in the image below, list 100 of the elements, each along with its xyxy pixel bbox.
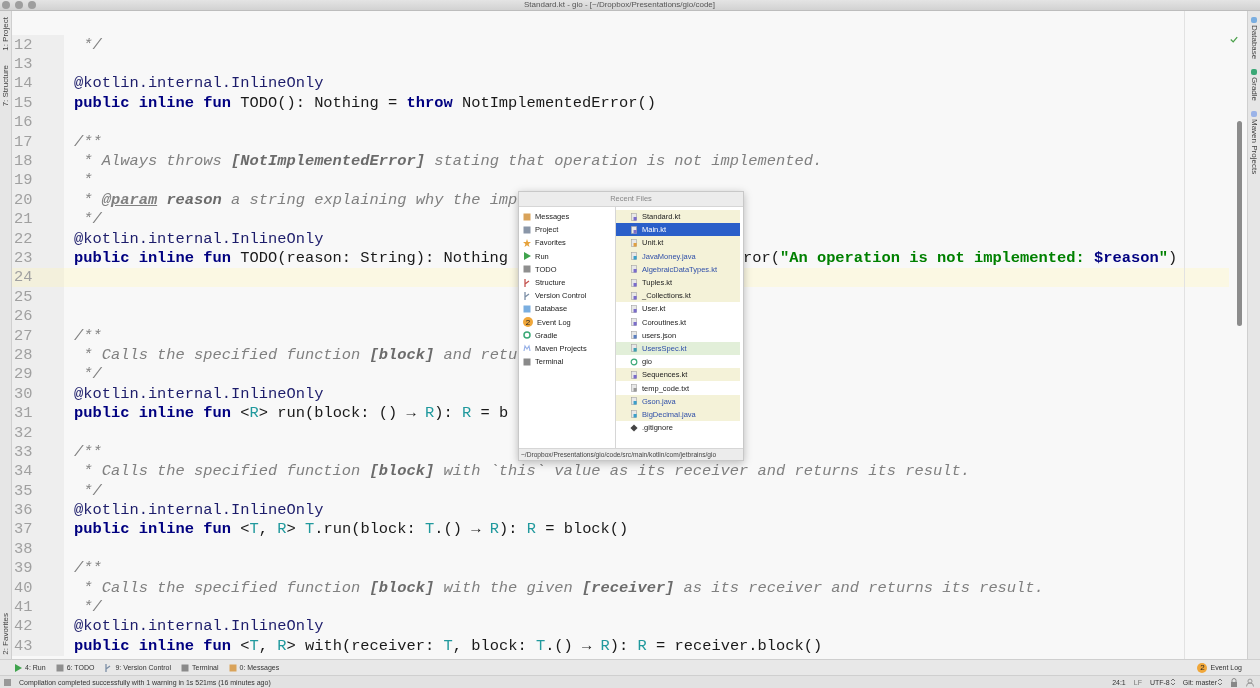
code-line: * Calls the specified function [block] with the given [receiver] as its receiver and returns its result. bbox=[82, 578, 1044, 597]
line-number: 22 bbox=[12, 228, 64, 249]
code-line: * bbox=[82, 171, 93, 190]
line-number: 37 bbox=[12, 519, 64, 540]
code-line: public inline fun <T, R> T.run(block: T.() → R): R = block() bbox=[74, 520, 629, 539]
line-number: 26 bbox=[12, 306, 64, 326]
line-number: 31 bbox=[12, 403, 64, 423]
code-line: public inline fun <T, R> with(receiver: T, block: T.() → R): R = receiver.block() bbox=[74, 636, 823, 655]
tool-window-tab[interactable]: 1: Project bbox=[1, 17, 10, 51]
tool-window-tab[interactable]: 2: Favorites bbox=[1, 613, 10, 655]
line-number: 28 bbox=[12, 345, 64, 365]
branch-icon bbox=[104, 663, 113, 672]
tool-window-tab[interactable]: Maven Projects bbox=[1249, 111, 1259, 175]
file-icon bbox=[630, 331, 638, 340]
square-icon bbox=[55, 663, 64, 672]
code-line: @kotlin.internal.InlineOnly bbox=[74, 501, 324, 520]
tool-window-tab[interactable]: Database bbox=[1249, 17, 1259, 60]
line-number: 27 bbox=[12, 325, 64, 346]
line-number: 42 bbox=[12, 616, 64, 637]
code-line: */ bbox=[82, 598, 102, 616]
square-icon bbox=[523, 212, 531, 221]
code-line: * Always throws [NotImplementedError] stating that operation is not implemented. bbox=[82, 152, 823, 171]
updown-arrow-icon bbox=[1218, 678, 1222, 686]
code-editor[interactable] bbox=[12, 11, 1229, 659]
line-number: 39 bbox=[12, 558, 64, 578]
line-number: 25 bbox=[12, 287, 64, 307]
file-icon bbox=[630, 278, 638, 287]
code-line: @kotlin.internal.InlineOnly bbox=[74, 74, 324, 93]
line-number: 35 bbox=[12, 481, 64, 501]
circle-icon bbox=[523, 331, 531, 340]
square-icon bbox=[181, 663, 190, 672]
square-icon bbox=[4, 678, 11, 686]
module-icon bbox=[630, 357, 638, 366]
code-line: ror("An operation is not implemented: $reason") bbox=[743, 249, 1178, 267]
code-line: */ bbox=[82, 481, 102, 500]
tool-window-tab[interactable]: Gradle bbox=[1249, 69, 1259, 102]
lock-icon[interactable] bbox=[1230, 677, 1238, 687]
line-number: 29 bbox=[12, 364, 64, 385]
square-icon bbox=[523, 225, 531, 234]
code-line: */ bbox=[82, 35, 102, 54]
line-number: 41 bbox=[12, 597, 64, 617]
diamond-icon bbox=[630, 423, 638, 432]
window-title: Standard.kt - gio - [~/Dropbox/Presentations/gio/code] bbox=[524, 0, 715, 10]
file-icon bbox=[630, 318, 638, 327]
file-icon bbox=[630, 291, 638, 300]
tool-window-tab[interactable]: 7: Structure bbox=[1, 64, 10, 107]
file-icon bbox=[630, 397, 638, 406]
file-icon bbox=[630, 384, 638, 393]
line-number: 17 bbox=[12, 131, 64, 152]
line-number: 20 bbox=[12, 190, 64, 210]
code-line: public inline fun TODO(reason: String): Nothing bbox=[74, 249, 509, 267]
check-icon bbox=[1230, 36, 1238, 43]
person-icon[interactable] bbox=[1246, 677, 1254, 687]
line-number: 36 bbox=[12, 500, 64, 520]
code-line: public inline fun <R> run(block: () → R): R = b bbox=[74, 404, 509, 423]
square-icon bbox=[523, 357, 531, 366]
code-line: @kotlin.internal.InlineOnly bbox=[74, 229, 324, 248]
line-number: 43 bbox=[12, 636, 64, 656]
play-icon bbox=[14, 663, 22, 672]
line-number: 13 bbox=[12, 54, 64, 74]
line-number: 14 bbox=[12, 73, 64, 94]
line-number: 30 bbox=[12, 384, 64, 404]
file-icon bbox=[630, 252, 638, 261]
file-icon bbox=[630, 212, 638, 221]
square-icon bbox=[228, 663, 237, 672]
file-icon bbox=[630, 225, 638, 234]
play-icon bbox=[523, 252, 531, 261]
line-number: 32 bbox=[12, 422, 64, 443]
line-number: 12 bbox=[12, 35, 64, 55]
code-line: /** bbox=[74, 559, 102, 578]
notification-badge: 2 bbox=[1197, 662, 1208, 673]
star-icon bbox=[523, 238, 531, 247]
line-number: 34 bbox=[12, 461, 64, 481]
code-line: /** bbox=[74, 132, 102, 151]
line-number: 19 bbox=[12, 170, 64, 191]
line-number: 21 bbox=[12, 209, 64, 229]
m-icon bbox=[523, 344, 531, 353]
notification-badge: 2 bbox=[523, 317, 533, 328]
updown-arrow-icon bbox=[1170, 678, 1175, 686]
line-number: 16 bbox=[12, 112, 64, 132]
code-line: * @param reason a string explaining why the imp bbox=[82, 190, 518, 209]
line-number: 24 bbox=[12, 267, 64, 288]
line-number: 18 bbox=[12, 151, 64, 171]
file-icon bbox=[630, 265, 638, 274]
line-number: 38 bbox=[12, 539, 64, 559]
line-number: 33 bbox=[12, 442, 64, 462]
file-icon bbox=[630, 344, 638, 353]
line-number: 15 bbox=[12, 93, 64, 113]
code-line: /** bbox=[74, 442, 102, 461]
line-number: 40 bbox=[12, 577, 64, 598]
branch-icon bbox=[523, 291, 531, 300]
code-line: * Calls the specified function [block] and retu bbox=[82, 345, 518, 364]
code-line: @kotlin.internal.InlineOnly bbox=[74, 384, 324, 403]
branch-icon bbox=[523, 278, 531, 287]
file-icon bbox=[630, 370, 638, 379]
square-icon bbox=[523, 304, 531, 313]
code-line: * Calls the specified function [block] with `this` value as its receiver and returns its result. bbox=[82, 462, 970, 481]
file-icon bbox=[630, 238, 638, 247]
scrollbar-thumb[interactable] bbox=[1237, 121, 1242, 326]
code-line: public inline fun TODO(): Nothing = throw NotImplementedError() bbox=[74, 93, 656, 112]
